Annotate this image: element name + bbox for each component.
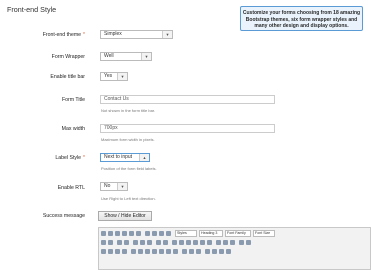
clean-icon[interactable]	[200, 240, 205, 245]
source-icon[interactable]	[101, 231, 106, 236]
row-icon[interactable]	[108, 249, 113, 254]
strike-icon[interactable]	[136, 231, 141, 236]
anchor-icon[interactable]	[186, 240, 191, 245]
pagebreak-icon[interactable]	[219, 249, 224, 254]
quote-icon[interactable]	[147, 240, 152, 245]
max-width-label: Max width	[61, 126, 85, 132]
column-icon[interactable]	[115, 249, 120, 254]
bold-icon[interactable]	[115, 231, 120, 236]
max-width-hint: Maximum form width in pixels.	[101, 137, 155, 142]
toggle-editor-button[interactable]: Show / Hide Editor	[98, 211, 152, 221]
styles-dropdown[interactable]: Styles	[175, 230, 197, 237]
code-icon[interactable]	[207, 240, 212, 245]
time-icon[interactable]	[223, 240, 228, 245]
toolbar-row-2	[101, 239, 369, 246]
undo-icon[interactable]	[156, 240, 161, 245]
special-char-icon[interactable]	[159, 249, 164, 254]
callout-line: many other design and display options.	[254, 23, 349, 30]
chevron-down-icon: ▴	[139, 154, 149, 161]
link-icon[interactable]	[172, 240, 177, 245]
horizontal-rule-icon[interactable]	[131, 249, 136, 254]
nonbreaking-icon[interactable]	[212, 249, 217, 254]
preview-icon[interactable]	[230, 240, 235, 245]
info-callout: Customize your forms choosing from 18 am…	[240, 6, 363, 31]
label-style-hint: Position of the form field labels.	[101, 166, 157, 171]
indent-icon[interactable]	[140, 240, 145, 245]
format-dropdown[interactable]: Heading 3	[199, 230, 223, 237]
rtl-label: Enable RTL	[57, 185, 85, 191]
align-center-icon[interactable]	[152, 231, 157, 236]
font-dropdown[interactable]: Font Family	[225, 230, 251, 237]
emoticons-icon[interactable]	[166, 249, 171, 254]
title-bar-select[interactable]: Yes ▾	[100, 72, 128, 81]
wrapper-label: Form Wrapper	[51, 54, 85, 60]
bullet-list-icon[interactable]	[117, 240, 122, 245]
redo-icon[interactable]	[163, 240, 168, 245]
table-icon[interactable]	[101, 249, 106, 254]
section-title: Front-end Style	[7, 5, 57, 14]
paragraph-icon[interactable]	[205, 249, 210, 254]
rtl-direction-icon[interactable]	[189, 249, 194, 254]
success-label: Success message	[42, 213, 85, 219]
form-title-input[interactable]: Contact Us	[100, 95, 275, 104]
remove-format-icon[interactable]	[138, 249, 143, 254]
chevron-down-icon: ▾	[117, 73, 127, 80]
numbered-list-icon[interactable]	[124, 240, 129, 245]
callout-line: Customize your forms choosing from 18 am…	[242, 10, 361, 16]
ltr-direction-icon[interactable]	[196, 249, 201, 254]
max-width-input[interactable]: 700px	[100, 124, 275, 133]
theme-select[interactable]: Simplex ▾	[100, 30, 173, 39]
justify-icon[interactable]	[166, 231, 171, 236]
date-icon[interactable]	[216, 240, 221, 245]
outdent-icon[interactable]	[133, 240, 138, 245]
rich-text-editor[interactable]: Styles Heading 3 Font Family Font Size	[98, 227, 371, 270]
rtl-select[interactable]: No ▾	[100, 182, 128, 191]
underline-icon[interactable]	[129, 231, 134, 236]
media-icon[interactable]	[173, 249, 178, 254]
replace-icon[interactable]	[108, 240, 113, 245]
toolbar-row-1: Styles Heading 3 Font Family Font Size	[101, 230, 369, 237]
align-left-icon[interactable]	[145, 231, 150, 236]
size-dropdown[interactable]: Font Size	[253, 230, 275, 237]
label-style-select[interactable]: Next to input ▴	[100, 153, 150, 162]
chevron-down-icon: ▾	[141, 53, 151, 60]
title-bar-label: Enable title bar	[50, 74, 85, 80]
form-title-hint: Not shown in the form title bar.	[101, 108, 156, 113]
rtl-hint: Use Right to Left text direction.	[101, 196, 156, 201]
chevron-down-icon: ▾	[162, 31, 172, 38]
template-icon[interactable]	[226, 249, 231, 254]
form-title-label: Form Title	[61, 97, 85, 103]
theme-label: Front-end theme *	[42, 32, 85, 38]
italic-icon[interactable]	[122, 231, 127, 236]
subscript-icon[interactable]	[145, 249, 150, 254]
align-right-icon[interactable]	[159, 231, 164, 236]
callout-line: Bootstrap themes, six form wrapper style…	[245, 16, 358, 23]
search-icon[interactable]	[101, 240, 106, 245]
cell-icon[interactable]	[122, 249, 127, 254]
wrapper-select[interactable]: Well ▾	[100, 52, 152, 61]
background-color-icon[interactable]	[246, 240, 251, 245]
cut-icon[interactable]	[108, 231, 113, 236]
label-style-label: Label Style *	[55, 155, 85, 161]
chevron-down-icon: ▾	[117, 183, 127, 190]
superscript-icon[interactable]	[152, 249, 157, 254]
unlink-icon[interactable]	[179, 240, 184, 245]
toolbar-row-3	[101, 248, 369, 255]
required-mark: *	[83, 155, 85, 161]
fullscreen-icon[interactable]	[182, 249, 187, 254]
text-color-icon[interactable]	[239, 240, 244, 245]
required-mark: *	[83, 32, 85, 38]
image-icon[interactable]	[193, 240, 198, 245]
